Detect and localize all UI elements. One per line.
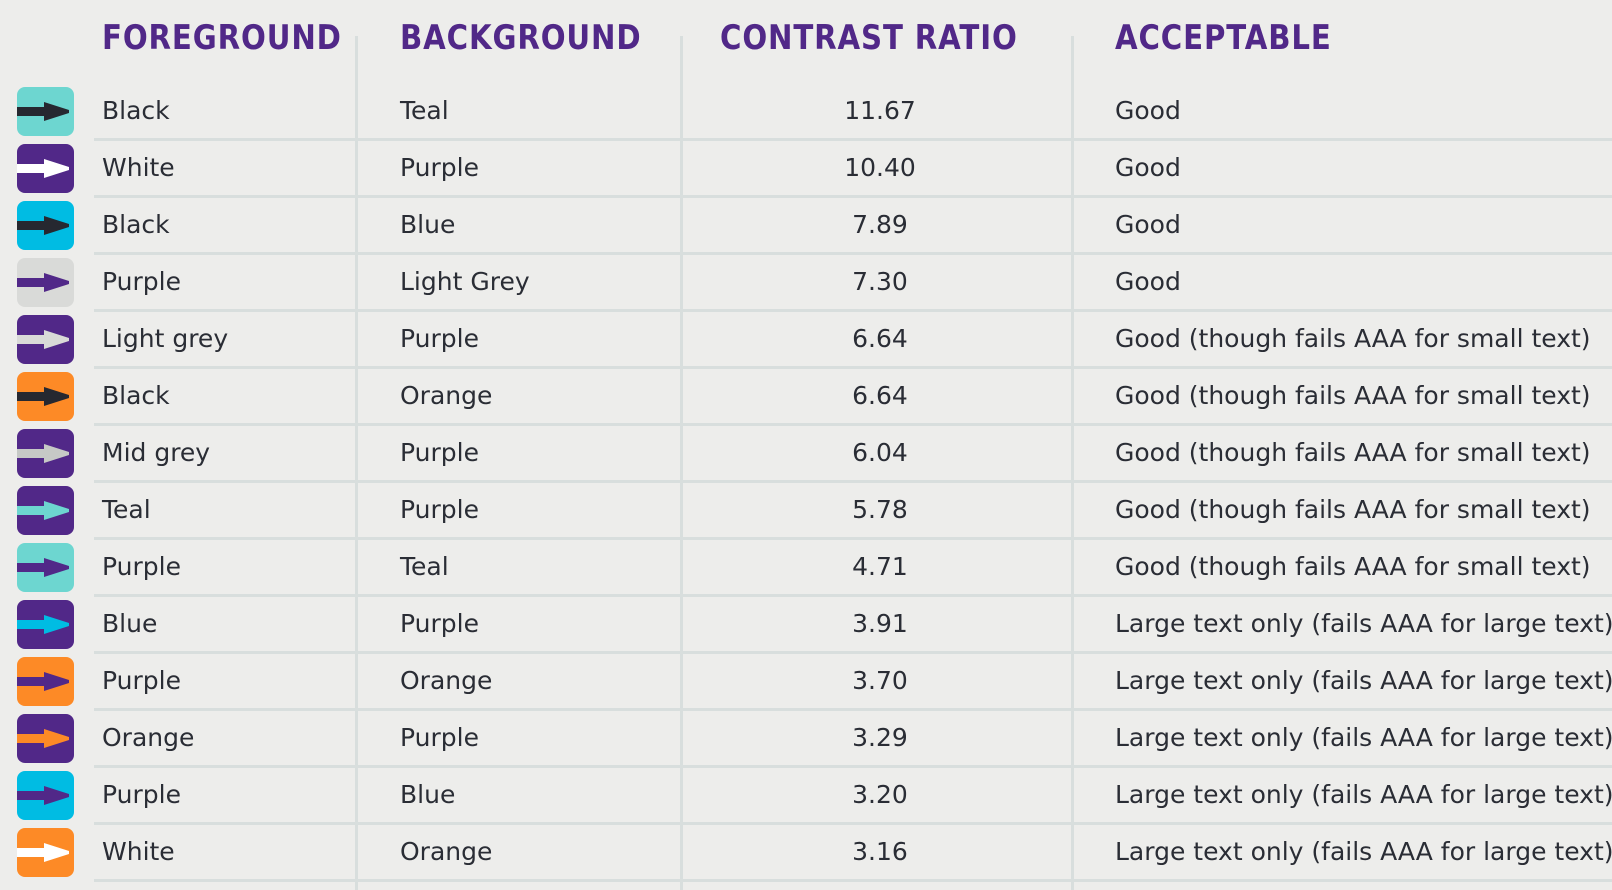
foreground-cell: Purple	[102, 267, 181, 296]
foreground-cell: Blue	[102, 609, 158, 638]
table-row: Blue Purple 3.91 Large text only (fails AAA…	[0, 597, 1612, 654]
foreground-cell: Light grey	[102, 324, 229, 353]
foreground-cell: Black	[102, 210, 170, 239]
header-contrast-ratio: CONTRAST RATIO	[720, 18, 1018, 58]
acceptable-cell: Good	[1115, 153, 1181, 182]
acceptable-cell: Good (though fails AAA for small text)	[1115, 552, 1591, 581]
foreground-cell: Black	[102, 381, 170, 410]
background-cell: Teal	[400, 96, 449, 125]
header-foreground: FOREGROUND	[102, 18, 342, 58]
foreground-cell: White	[102, 153, 175, 182]
contrast-ratio-cell: 3.29	[852, 723, 908, 752]
background-cell: Teal	[400, 552, 449, 581]
acceptable-cell: Good (though fails AAA for small text)	[1115, 381, 1591, 410]
header-background: BACKGROUND	[400, 18, 642, 58]
acceptable-cell: Good (though fails AAA for small text)	[1115, 324, 1591, 353]
acceptable-cell: Good	[1115, 96, 1181, 125]
table-row: Purple Orange 3.70 Large text only (fails A…	[0, 654, 1612, 711]
arrow-swatch-icon	[17, 429, 74, 478]
arrow-swatch-icon	[17, 771, 74, 820]
table-row: Black Blue 7.89 Good	[0, 198, 1612, 255]
arrow-swatch-icon	[17, 828, 74, 877]
acceptable-cell: Large text only (fails AAA for large tex…	[1115, 780, 1612, 809]
arrow-swatch-icon	[17, 372, 74, 421]
background-cell: Blue	[400, 780, 456, 809]
background-cell: Purple	[400, 723, 479, 752]
table-row: White Orange 3.16 Large text only (fails AA…	[0, 825, 1612, 882]
arrow-swatch-icon	[17, 315, 74, 364]
background-cell: Orange	[400, 381, 493, 410]
table-row: Black Orange 6.64 Good (though fails AAA fo…	[0, 369, 1612, 426]
background-cell: Purple	[400, 324, 479, 353]
table-row: Purple Teal 4.71 Good (though fails AAA for…	[0, 540, 1612, 597]
foreground-cell: Purple	[102, 552, 181, 581]
contrast-ratio-cell: 5.78	[852, 495, 908, 524]
acceptable-cell: Large text only (fails AAA for large tex…	[1115, 837, 1612, 866]
table-row: Orange Purple 3.29 Large text only (fails A…	[0, 711, 1612, 768]
table-row: White Purple 10.40 Good	[0, 141, 1612, 198]
contrast-ratio-cell: 11.67	[844, 96, 916, 125]
background-cell: Blue	[400, 210, 456, 239]
contrast-ratio-cell: 6.04	[852, 438, 908, 467]
acceptable-cell: Large text only (fails AAA for large tex…	[1115, 609, 1612, 638]
contrast-ratio-cell: 4.71	[852, 552, 908, 581]
table-row: Purple Light Grey 7.30 Good	[0, 255, 1612, 312]
table-row: Black Teal 11.67 Good	[0, 84, 1612, 141]
contrast-ratio-cell: 10.40	[844, 153, 916, 182]
foreground-cell: Black	[102, 96, 170, 125]
arrow-swatch-icon	[17, 258, 74, 307]
background-cell: Orange	[400, 837, 493, 866]
foreground-cell: Teal	[102, 495, 151, 524]
arrow-swatch-icon	[17, 600, 74, 649]
arrow-swatch-icon	[17, 486, 74, 535]
table-row: Mid grey Purple 6.04 Good (though fails AAA…	[0, 426, 1612, 483]
background-cell: Purple	[400, 153, 479, 182]
contrast-ratio-cell: 6.64	[852, 381, 908, 410]
foreground-cell: Purple	[102, 666, 181, 695]
table-row: Purple Blue 3.20 Large text only (fails AAA…	[0, 768, 1612, 825]
foreground-cell: Orange	[102, 723, 195, 752]
foreground-cell: Mid grey	[102, 438, 211, 467]
contrast-ratio-cell: 7.89	[852, 210, 908, 239]
arrow-swatch-icon	[17, 543, 74, 592]
background-cell: Purple	[400, 495, 479, 524]
background-cell: Purple	[400, 609, 479, 638]
header-acceptable: ACCEPTABLE	[1115, 18, 1332, 58]
table-row: Light grey Purple 6.64 Good (though fails A…	[0, 312, 1612, 369]
acceptable-cell: Good (though fails AAA for small text)	[1115, 495, 1591, 524]
arrow-swatch-icon	[17, 714, 74, 763]
contrast-ratio-cell: 3.20	[852, 780, 908, 809]
row-divider	[94, 879, 1612, 882]
contrast-ratio-cell: 3.91	[852, 609, 908, 638]
acceptable-cell: Good	[1115, 210, 1181, 239]
contrast-ratio-cell: 3.70	[852, 666, 908, 695]
contrast-ratio-cell: 6.64	[852, 324, 908, 353]
contrast-ratio-cell: 3.16	[852, 837, 908, 866]
arrow-swatch-icon	[17, 87, 74, 136]
foreground-cell: Purple	[102, 780, 181, 809]
arrow-swatch-icon	[17, 201, 74, 250]
background-cell: Light Grey	[400, 267, 530, 296]
acceptable-cell: Large text only (fails AAA for large tex…	[1115, 666, 1612, 695]
arrow-swatch-icon	[17, 657, 74, 706]
acceptable-cell: Good (though fails AAA for small text)	[1115, 438, 1591, 467]
table-row: Teal Purple 5.78 Good (though fails AAA for…	[0, 483, 1612, 540]
foreground-cell: White	[102, 837, 175, 866]
background-cell: Orange	[400, 666, 493, 695]
contrast-ratio-cell: 7.30	[852, 267, 908, 296]
acceptable-cell: Good	[1115, 267, 1181, 296]
acceptable-cell: Large text only (fails AAA for large tex…	[1115, 723, 1612, 752]
background-cell: Purple	[400, 438, 479, 467]
arrow-swatch-icon	[17, 144, 74, 193]
